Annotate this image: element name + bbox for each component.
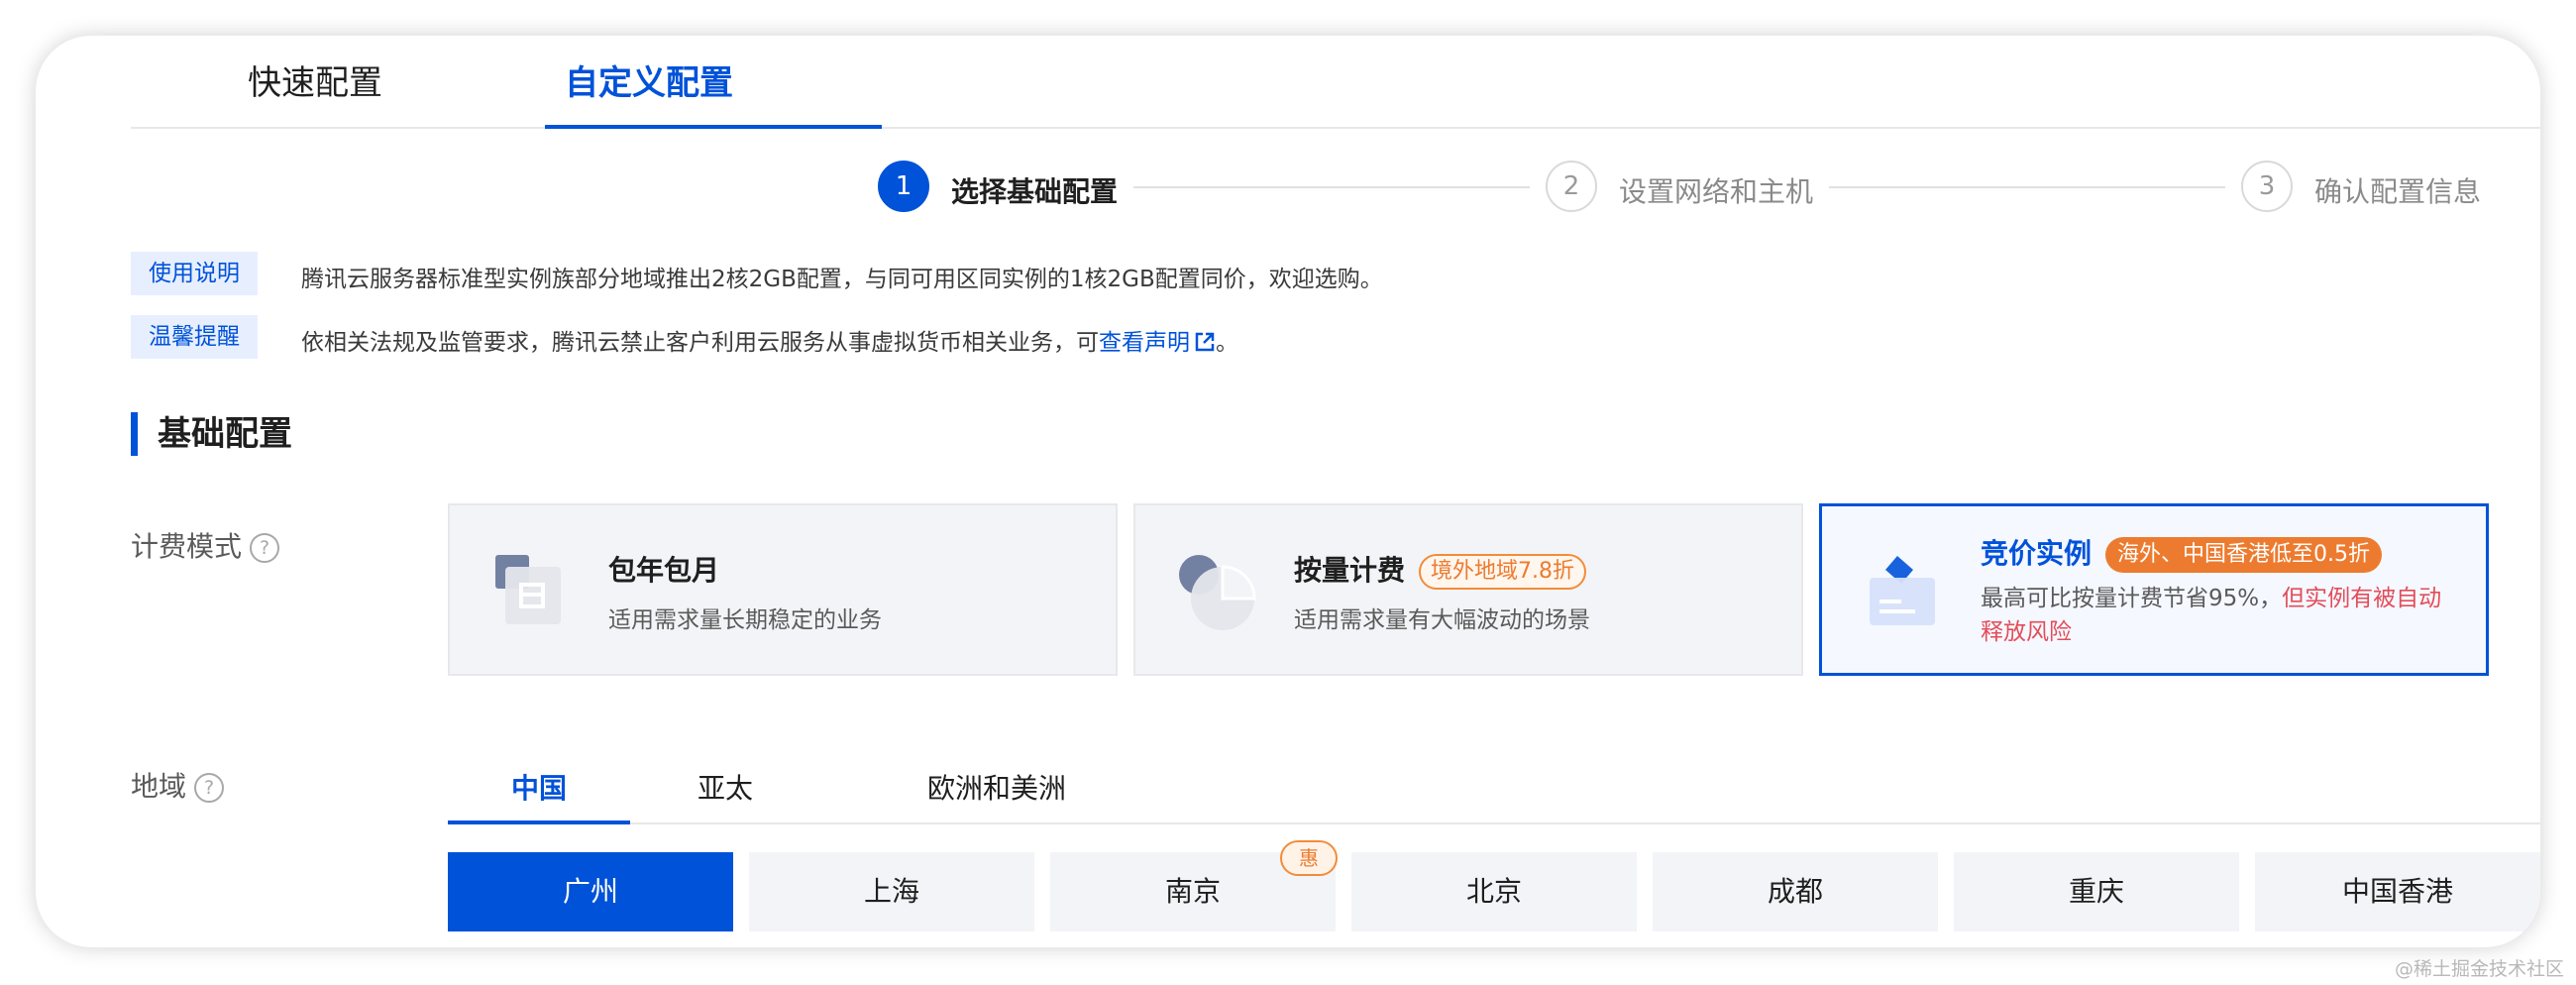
notice-suffix: 。 [1216, 330, 1238, 356]
region-label: 地域? [131, 765, 225, 805]
region-group-tabs: 中国 亚太 欧洲和美洲 [448, 755, 2540, 824]
section-title-basic-config: 基础配置 [131, 412, 292, 456]
city-button-guangzhou[interactable]: 广州 [448, 852, 733, 931]
help-icon[interactable]: ? [194, 773, 225, 803]
active-tab-indicator [448, 821, 630, 824]
tab-region-asia-pacific[interactable]: 亚太 [698, 767, 753, 807]
watermark: @稀土掘金技术社区 [2394, 958, 2564, 980]
tab-region-china[interactable]: 中国 [511, 767, 567, 807]
billing-card-spot-instance[interactable]: 竞价实例 海外、中国香港低至0.5折 最高可比按量计费节省95%，但实例有被自动释… [1819, 503, 2489, 676]
active-tab-indicator [545, 125, 882, 129]
step-2-number: 2 [1546, 161, 1597, 212]
billing-card-pay-as-you-go[interactable]: 按量计费 境外地域7.8折 适用需求量有大幅波动的场景 [1133, 503, 1803, 676]
help-icon[interactable]: ? [250, 533, 280, 563]
tab-custom-config[interactable]: 自定义配置 [565, 55, 733, 104]
city-button-chengdu[interactable]: 成都 [1653, 852, 1938, 931]
billing-card-title: 按量计费 境外地域7.8折 [1294, 549, 1587, 590]
notice-tag: 使用说明 [131, 252, 258, 295]
billing-card-desc: 最高可比按量计费节省95%，但实例有被自动释放风险 [1981, 586, 2442, 645]
step-3-label: 确认配置信息 [2314, 175, 2482, 208]
city-button-beijing[interactable]: 北京 [1351, 852, 1637, 931]
spot-tag-icon [1870, 556, 1935, 625]
notice-text-body: 依相关法规及监管要求，腾讯云禁止客户利用云服务从事虚拟货币相关业务，可 [301, 330, 1099, 356]
stepper: 1 选择基础配置 2 设置网络和主机 3 确认配置信息 [36, 161, 2540, 220]
step-2-label: 设置网络和主机 [1619, 175, 1814, 208]
discount-badge: 海外、中国香港低至0.5折 [2105, 537, 2383, 573]
step-3-number: 3 [2241, 161, 2293, 212]
discount-badge: 境外地域7.8折 [1419, 554, 1587, 590]
billing-card-title: 竞价实例 海外、中国香港低至0.5折 [1981, 532, 2383, 573]
billing-card-title: 包年包月 [608, 554, 720, 587]
calendar-icon [495, 555, 561, 624]
city-button-hongkong[interactable]: 中国香港 [2255, 852, 2540, 931]
notice-tag: 温馨提醒 [131, 315, 258, 359]
billing-mode-label: 计费模式? [131, 525, 280, 565]
external-link-icon [1195, 332, 1215, 352]
tab-quick-config[interactable]: 快速配置 [248, 55, 382, 104]
pie-chart-icon [1179, 555, 1256, 630]
billing-card-desc: 适用需求量有大幅波动的场景 [1294, 607, 1590, 633]
notice-text: 腾讯云服务器标准型实例族部分地域推出2核2GB配置，与同可用区同实例的1核2GB… [301, 267, 1383, 292]
step-connector [1829, 186, 2225, 188]
city-button-chongqing[interactable]: 重庆 [1954, 852, 2239, 931]
promo-badge: 惠 [1280, 840, 1338, 876]
tab-region-europe-americas[interactable]: 欧洲和美洲 [927, 767, 1066, 807]
app-window: 快速配置 自定义配置 1 选择基础配置 2 设置网络和主机 3 确认配置信息 使… [36, 36, 2540, 947]
billing-card-monthly[interactable]: 包年包月 适用需求量长期稳定的业务 [448, 503, 1118, 676]
view-statement-link[interactable]: 查看声明 [1099, 330, 1216, 356]
step-1-label: 选择基础配置 [951, 175, 1119, 208]
city-button-shanghai[interactable]: 上海 [749, 852, 1034, 931]
billing-card-desc: 适用需求量长期稳定的业务 [608, 607, 882, 633]
step-connector [1133, 186, 1530, 188]
step-1-number: 1 [878, 161, 929, 212]
notice-text: 依相关法规及监管要求，腾讯云禁止客户利用云服务从事虚拟货币相关业务，可查看声明。 [301, 323, 1238, 357]
config-mode-tabs: 快速配置 自定义配置 [131, 36, 2540, 129]
